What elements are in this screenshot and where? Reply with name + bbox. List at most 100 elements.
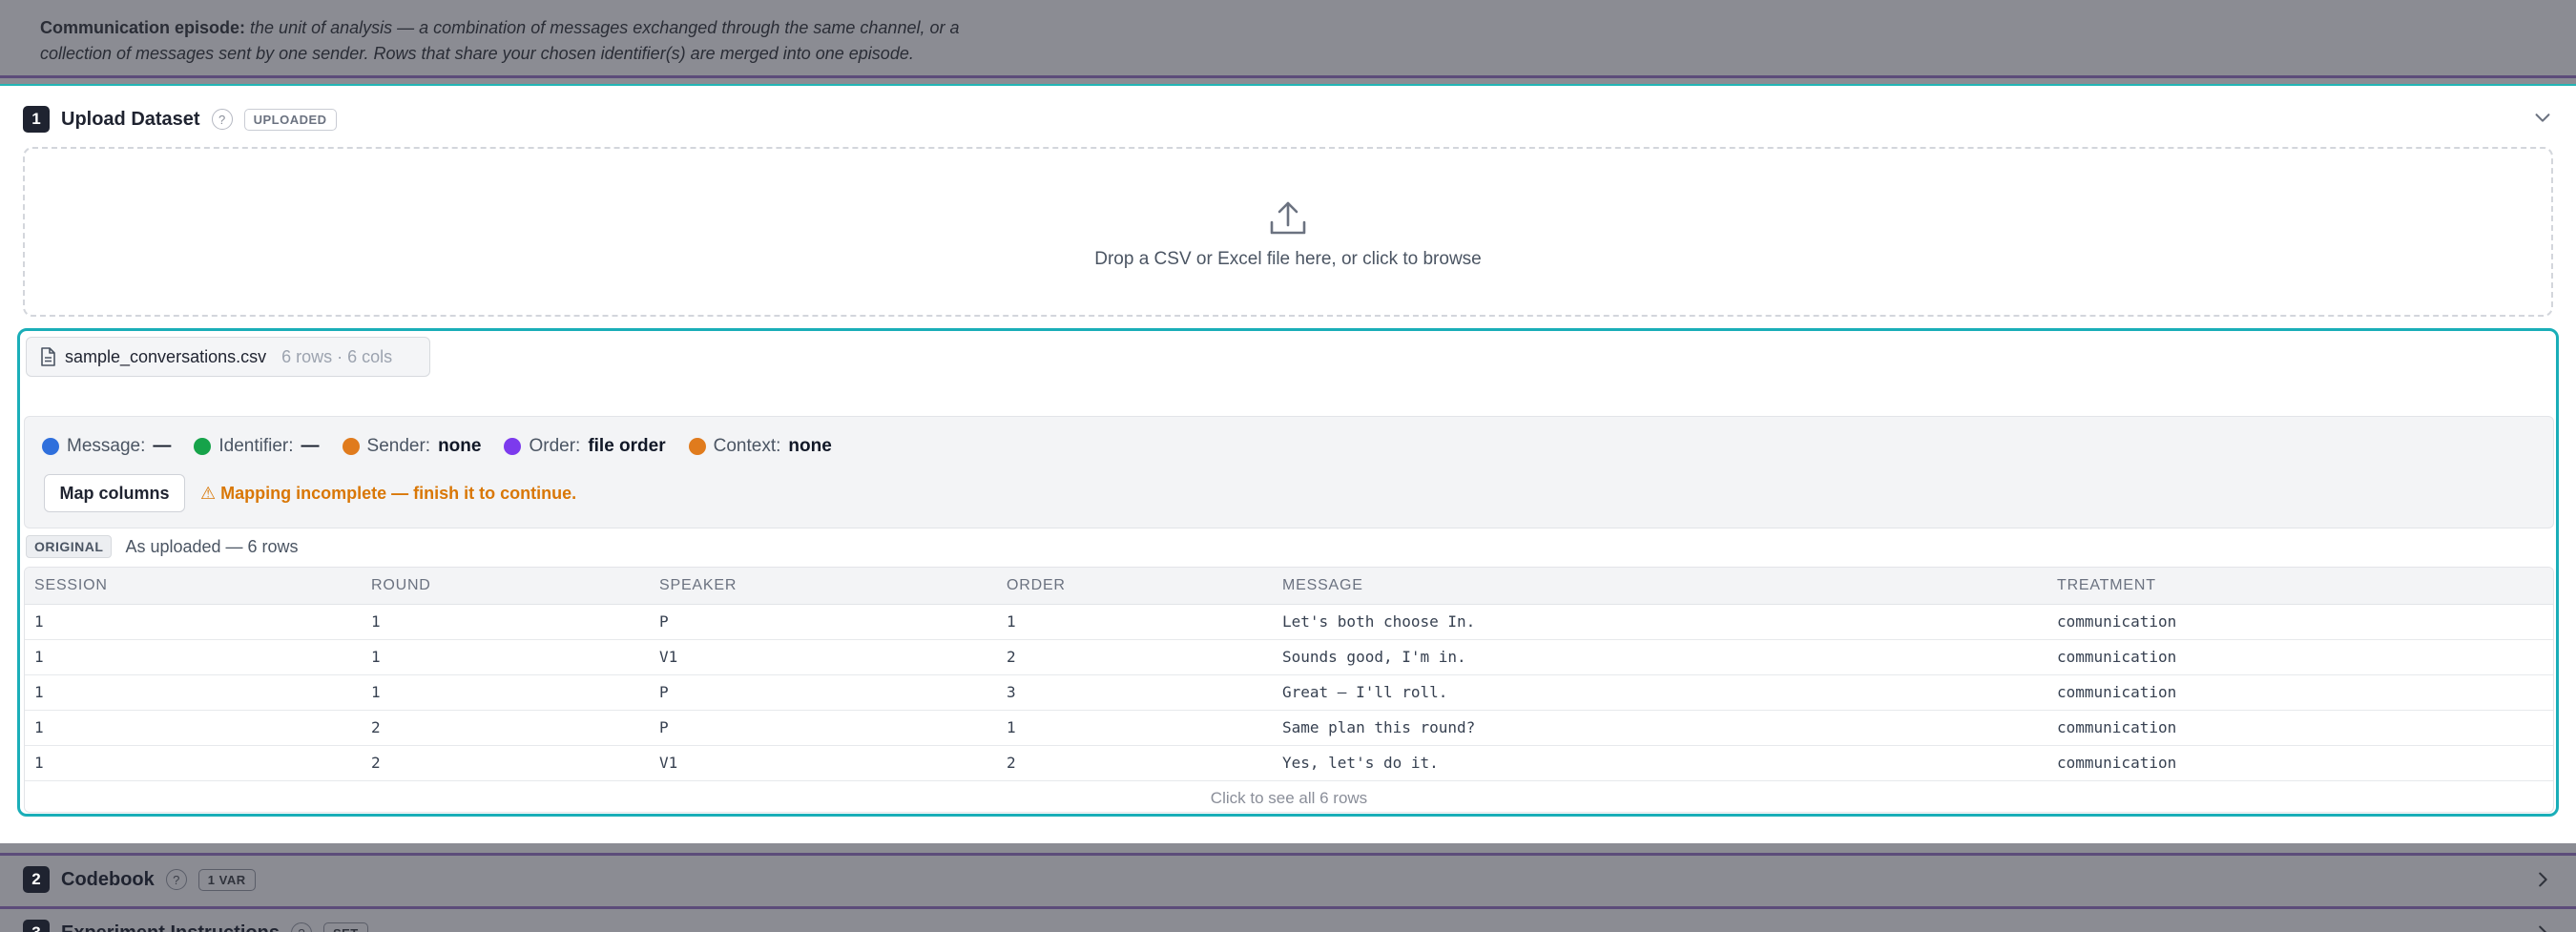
- data-preview-table[interactable]: SESSION ROUND SPEAKER ORDER MESSAGE TREA…: [24, 567, 2554, 813]
- map-columns-button[interactable]: Map columns: [44, 474, 185, 512]
- context-dot: [688, 438, 706, 455]
- step-number: 1: [23, 106, 50, 133]
- mapping-message: Message: —: [42, 436, 171, 457]
- dropzone-text: Drop a CSV or Excel file here, or click …: [1094, 249, 1482, 269]
- upload-dataset-section: 1 Upload Dataset ? UPLOADED Drop a CSV o…: [0, 84, 2576, 843]
- identifier-dot: [194, 438, 212, 455]
- column-header-message: MESSAGE: [1273, 568, 2047, 605]
- episode-definition-line1: the unit of analysis — a combination of …: [250, 18, 960, 37]
- column-header-treatment: TREATMENT: [2047, 568, 2553, 605]
- mapping-legend: Message: — Identifier: — Sender: none Or…: [42, 436, 832, 457]
- file-dropzone[interactable]: Drop a CSV or Excel file here, or click …: [23, 147, 2553, 317]
- original-label-row: ORIGINAL As uploaded — 6 rows: [26, 535, 299, 558]
- step-number: 2: [23, 866, 50, 893]
- table-cell: Yes, let's do it.: [1282, 754, 1439, 772]
- table-cell: communication: [2057, 648, 2177, 666]
- table-row: 1 1 V1 2 Sounds good, I'm in. communicat…: [25, 639, 2553, 674]
- collapsed-sections: 2 Codebook ? 1 VAR 3 Experiment Instruct…: [0, 843, 2576, 932]
- original-description: As uploaded — 6 rows: [125, 536, 299, 556]
- mapping-context: Context: none: [688, 436, 832, 457]
- mapping-label: Sender:: [366, 436, 431, 456]
- table-cell: 2: [371, 718, 381, 736]
- sender-dot: [342, 438, 360, 455]
- step-title: Codebook: [61, 868, 155, 890]
- table-row: 1 1 P 3 Great — I'll roll. communication: [25, 674, 2553, 710]
- table-cell: Let's both choose In.: [1282, 612, 1476, 631]
- table-cell: 2: [1007, 648, 1016, 666]
- file-icon: [41, 347, 55, 366]
- table-cell: communication: [2057, 754, 2177, 772]
- table-cell: communication: [2057, 612, 2177, 631]
- table-cell: Great — I'll roll.: [1282, 683, 1448, 701]
- file-meta: 6 rows · 6 cols: [281, 346, 393, 366]
- step-number: 3: [23, 920, 50, 932]
- mapping-order: Order: file order: [504, 436, 666, 457]
- table-cell: 1: [1007, 718, 1016, 736]
- mapping-value: none: [438, 436, 482, 456]
- chevron-right-icon[interactable]: [2532, 922, 2553, 932]
- mapping-label: Identifier:: [218, 436, 294, 456]
- table-cell: 1: [34, 754, 44, 772]
- status-badge: SET: [322, 922, 368, 932]
- table-cell: V1: [659, 648, 678, 666]
- mapping-sender: Sender: none: [342, 436, 482, 457]
- episode-definition-line2: collection of messages sent by one sende…: [40, 44, 914, 63]
- status-badge: UPLOADED: [243, 108, 337, 131]
- episode-definition: Communication episode: the unit of analy…: [40, 15, 1137, 67]
- help-icon[interactable]: ?: [165, 869, 187, 890]
- mapping-value: —: [301, 436, 320, 456]
- table-cell: 1: [371, 683, 381, 701]
- mapping-warning: ⚠ Mapping incomplete — finish it to cont…: [200, 484, 577, 503]
- file-name: sample_conversations.csv: [65, 346, 267, 366]
- step-3-header[interactable]: 3 Experiment Instructions ? SET: [23, 919, 368, 932]
- table-cell: 2: [371, 754, 381, 772]
- table-cell: 1: [34, 718, 44, 736]
- column-header-order: ORDER: [997, 568, 1273, 605]
- uploaded-file-card: sample_conversations.csv 6 rows · 6 cols…: [17, 328, 2559, 817]
- mapping-label: Order:: [529, 436, 581, 456]
- mapping-label: Message:: [67, 436, 146, 456]
- intro-definition: Communication episode: the unit of analy…: [0, 0, 2576, 78]
- table-cell: 1: [34, 648, 44, 666]
- help-icon[interactable]: ?: [211, 109, 233, 130]
- table-cell: 1: [34, 683, 44, 701]
- table-cell: Same plan this round?: [1282, 718, 1476, 736]
- mapping-identifier: Identifier: —: [194, 436, 320, 457]
- table-cell: P: [659, 718, 669, 736]
- order-dot: [504, 438, 522, 455]
- table-cell: communication: [2057, 683, 2177, 701]
- table-cell: 1: [1007, 612, 1016, 631]
- table-cell: 2: [1007, 754, 1016, 772]
- chevron-right-icon[interactable]: [2532, 869, 2553, 890]
- file-chip[interactable]: sample_conversations.csv 6 rows · 6 cols: [26, 337, 430, 377]
- episode-term: Communication episode:: [40, 18, 246, 37]
- table-cell: 1: [371, 612, 381, 631]
- upload-icon: [1270, 201, 1306, 235]
- experiment-instructions-section[interactable]: 3 Experiment Instructions ? SET: [0, 906, 2576, 932]
- mapping-value: file order: [588, 436, 666, 456]
- mapping-value: none: [788, 436, 832, 456]
- table-cell: P: [659, 683, 669, 701]
- mapping-value: —: [153, 436, 172, 456]
- step-2-header[interactable]: 2 Codebook ? 1 VAR: [23, 865, 256, 894]
- table-cell: Sounds good, I'm in.: [1282, 648, 1466, 666]
- table-row: 1 2 V1 2 Yes, let's do it. communication: [25, 745, 2553, 780]
- column-header-speaker: SPEAKER: [650, 568, 997, 605]
- column-header-session: SESSION: [25, 568, 362, 605]
- original-badge: ORIGINAL: [26, 535, 113, 558]
- step-1-header[interactable]: 1 Upload Dataset ? UPLOADED: [23, 105, 337, 134]
- step-title: Experiment Instructions: [61, 922, 280, 932]
- table-cell: communication: [2057, 718, 2177, 736]
- table-cell: V1: [659, 754, 678, 772]
- see-all-rows-link[interactable]: Click to see all 6 rows: [25, 781, 2553, 813]
- codebook-section[interactable]: 2 Codebook ? 1 VAR: [0, 853, 2576, 904]
- table-cell: 1: [34, 612, 44, 631]
- message-dot: [42, 438, 59, 455]
- column-mapping-box: Message: — Identifier: — Sender: none Or…: [24, 416, 2554, 528]
- table-cell: P: [659, 612, 669, 631]
- help-icon[interactable]: ?: [290, 922, 312, 932]
- status-badge: 1 VAR: [197, 868, 256, 891]
- mapping-label: Context:: [713, 436, 781, 456]
- table-header-row: SESSION ROUND SPEAKER ORDER MESSAGE TREA…: [25, 568, 2553, 605]
- chevron-down-icon[interactable]: [2532, 107, 2553, 128]
